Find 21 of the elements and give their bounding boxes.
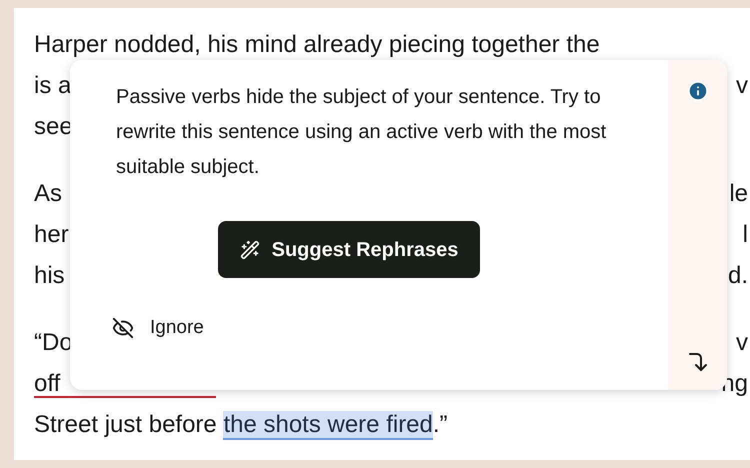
body-text: his [34,262,65,289]
body-text: see [34,113,73,140]
body-text: As [34,180,62,207]
suggest-rephrases-button[interactable]: Suggest Rephrases [218,221,480,278]
body-text: .” [432,411,448,438]
body-text: d. [728,261,748,291]
highlighted-text: the shots were fired [223,411,433,440]
body-text: Street just before [34,411,218,438]
eye-off-icon [112,317,134,340]
ignore-button[interactable]: Ignore [112,314,204,342]
body-text: is a [34,72,72,99]
magic-wand-icon [240,240,260,260]
body-text: her [34,221,69,248]
info-icon[interactable] [686,80,708,102]
body-text: l [742,220,748,250]
body-text: Harper nodded, his mind already piecing together the [34,31,600,58]
body-text: v [736,71,748,101]
body-text: le [729,179,748,209]
body-text: off [34,370,60,397]
suggestion-message: Passive verbs hide the subject of your sentence. Try to rewrite this sentence using an active verb with the most suitable subject. [116,85,608,180]
body-text: v [736,328,748,358]
